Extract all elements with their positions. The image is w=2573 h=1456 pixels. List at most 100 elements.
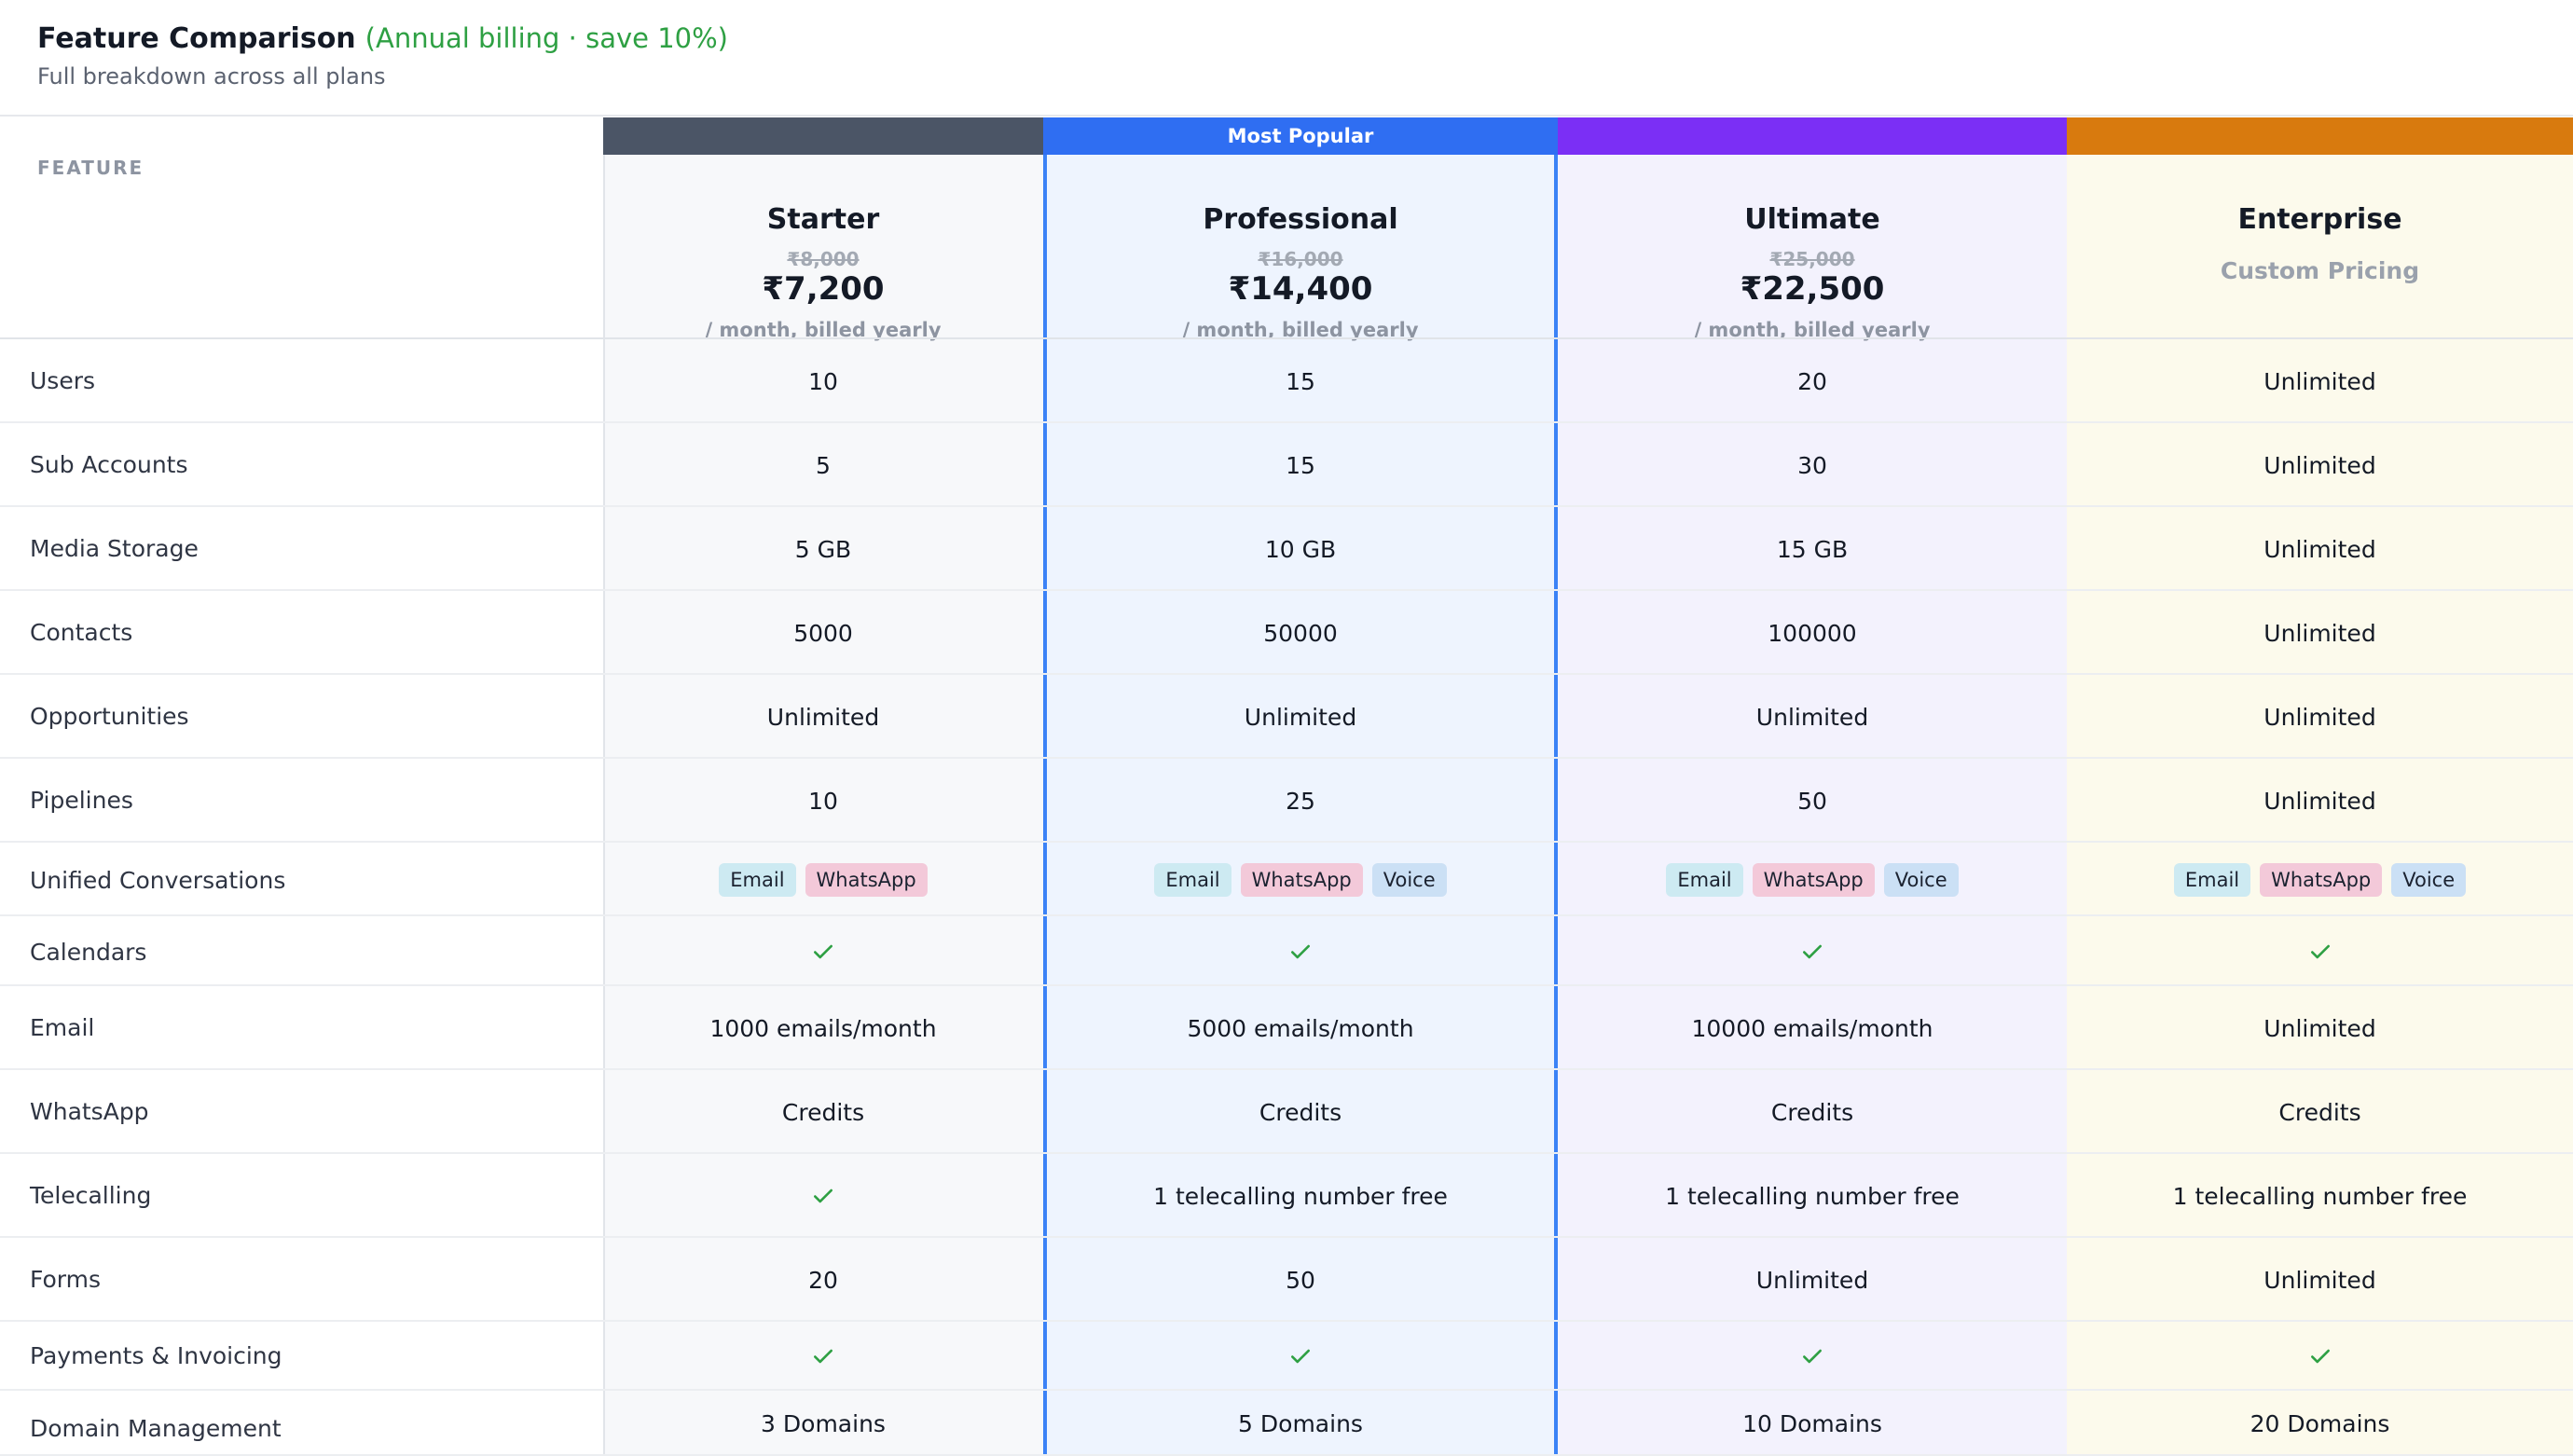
feature-value: 10 [808,367,838,395]
feature-value-cell [2067,1322,2573,1391]
feature-value-cell: 15 GB [1558,507,2067,591]
feature-value: Credits [1770,1098,1854,1126]
feature-value-cell: 50000 [1043,591,1558,675]
feature-value: Unlimited [2263,535,2376,563]
plan-price: ₹22,500 [1740,270,1885,308]
feature-value-cell: 1 telecalling number free [1558,1154,2067,1238]
channel-badge-whatsapp: WhatsApp [1752,862,1875,897]
feature-value-cell: Unlimited [1558,1238,2067,1322]
feature-value: Credits [781,1098,865,1126]
table-row: Forms 20 50 Unlimited Unlimited [0,1238,2573,1322]
check-icon [1291,1349,1310,1364]
check-icon [814,1349,832,1364]
feature-value-cell: 20 [603,1238,1043,1322]
channel-badge-email: Email [2173,862,2251,897]
check-icon [2310,1349,2330,1364]
feature-value-cell: 10 [603,759,1043,843]
channel-badge-whatsapp: WhatsApp [1240,862,1363,897]
feature-value: 10000 emails/month [1691,1014,1933,1042]
feature-value: Unlimited [2263,1014,2376,1042]
table-row: Calendars [0,916,2573,986]
feature-value: Unlimited [1755,703,1869,731]
feature-value-cell: Unlimited [2067,986,2573,1070]
channel-badges: Email WhatsApp Voice [2173,862,2467,897]
feature-value: 15 [1286,367,1315,395]
feature-value-cell [1043,1322,1558,1391]
feature-value: Unlimited [2263,619,2376,647]
table-row: WhatsApp Credits Credits Credits Credits [0,1070,2573,1154]
plan-original-price: ₹25,000 [1769,248,1855,270]
feature-value-cell: 10000 emails/month [1558,986,2067,1070]
feature-value: Credits [2278,1098,2361,1126]
feature-value-cell: Unlimited [2067,1238,2573,1322]
plan-name: Starter [766,203,880,236]
feature-value: Unlimited [2263,451,2376,479]
feature-label: Sub Accounts [30,451,188,478]
title-row: Feature Comparison (Annual billing · sav… [37,22,728,55]
feature-value-cell: 5 [603,423,1043,507]
channel-badge-email: Email [719,862,796,897]
feature-label: Payments & Invoicing [30,1342,282,1369]
comparison-table: Most Popular FEATURE Starter ₹8,000 ₹7,2… [0,117,2573,1456]
feature-value-cell: 50 [1043,1238,1558,1322]
feature-value-cell: Unlimited [1558,675,2067,759]
feature-value: Unlimited [1755,1266,1869,1294]
feature-value-cell [603,916,1043,986]
plan-price: ₹14,400 [1228,270,1373,308]
feature-value: 5 [816,451,831,479]
feature-value-cell: 100000 [1558,591,2067,675]
professional-color-bar: Most Popular [1043,117,1558,155]
feature-value-cell: Email WhatsApp Voice [1558,843,2067,916]
feature-value-cell [1043,916,1558,986]
feature-value-cell: 25 [1043,759,1558,843]
feature-value-cell: 50 [1558,759,2067,843]
channel-badge-email: Email [1666,862,1743,897]
feature-value-cell [1558,916,2067,986]
feature-label: Opportunities [30,703,189,730]
feature-value-cell: Unlimited [1043,675,1558,759]
starter-color-bar [603,117,1043,155]
feature-value-cell: 5000 emails/month [1043,986,1558,1070]
feature-label: Media Storage [30,535,199,562]
feature-value-cell: 15 [1043,423,1558,507]
feature-value: 50000 [1263,619,1338,647]
plan-original-price: ₹8,000 [787,248,860,270]
feature-label: Unified Conversations [30,867,286,894]
feature-value-cell: 30 [1558,423,2067,507]
feature-label: Domain Management [30,1415,282,1442]
plan-original-price: ₹16,000 [1258,248,1343,270]
feature-value: Unlimited [2263,787,2376,815]
feature-value-cell: Email WhatsApp Voice [2067,843,2573,916]
feature-value: 5000 [793,619,853,647]
feature-value: Unlimited [766,703,880,731]
feature-value: 5 Domains [1238,1409,1363,1437]
feature-value-cell: 10 [603,339,1043,423]
table-row: Domain Management 3 Domains 5 Domains 10 Do… [0,1391,2573,1456]
channel-badges: Email WhatsApp [719,862,928,897]
plan-custom-pricing: Custom Pricing [2220,257,2420,284]
feature-value: 5000 emails/month [1187,1014,1414,1042]
feature-value: 20 Domains [2250,1409,2390,1437]
feature-value: Credits [1259,1098,1342,1126]
channel-badge-whatsapp: WhatsApp [805,862,928,897]
pricing-page: Feature Comparison (Annual billing · sav… [0,0,2573,1456]
feature-value-cell: 1000 emails/month [603,986,1043,1070]
feature-value-cell: Unlimited [2067,423,2573,507]
page-title: Feature Comparison [37,22,356,55]
feature-value: 10 Domains [1742,1409,1882,1437]
feature-value: 3 Domains [761,1409,886,1437]
feature-value: 20 [1797,367,1827,395]
feature-value-cell: Unlimited [603,675,1043,759]
feature-value-cell: Unlimited [2067,339,2573,423]
feature-label: Telecalling [30,1182,152,1209]
feature-value-cell: Email WhatsApp Voice [1043,843,1558,916]
feature-value-cell: 3 Domains [603,1391,1043,1456]
feature-value-cell [1558,1322,2067,1391]
feature-value: 1000 emails/month [709,1014,937,1042]
plan-price: ₹7,200 [762,270,885,308]
feature-value-cell: Unlimited [2067,675,2573,759]
table-row: Unified Conversations Email WhatsApp Email W… [0,843,2573,916]
feature-label: Email [30,1014,95,1041]
feature-value: 30 [1797,451,1827,479]
feature-value: 10 GB [1264,535,1337,563]
